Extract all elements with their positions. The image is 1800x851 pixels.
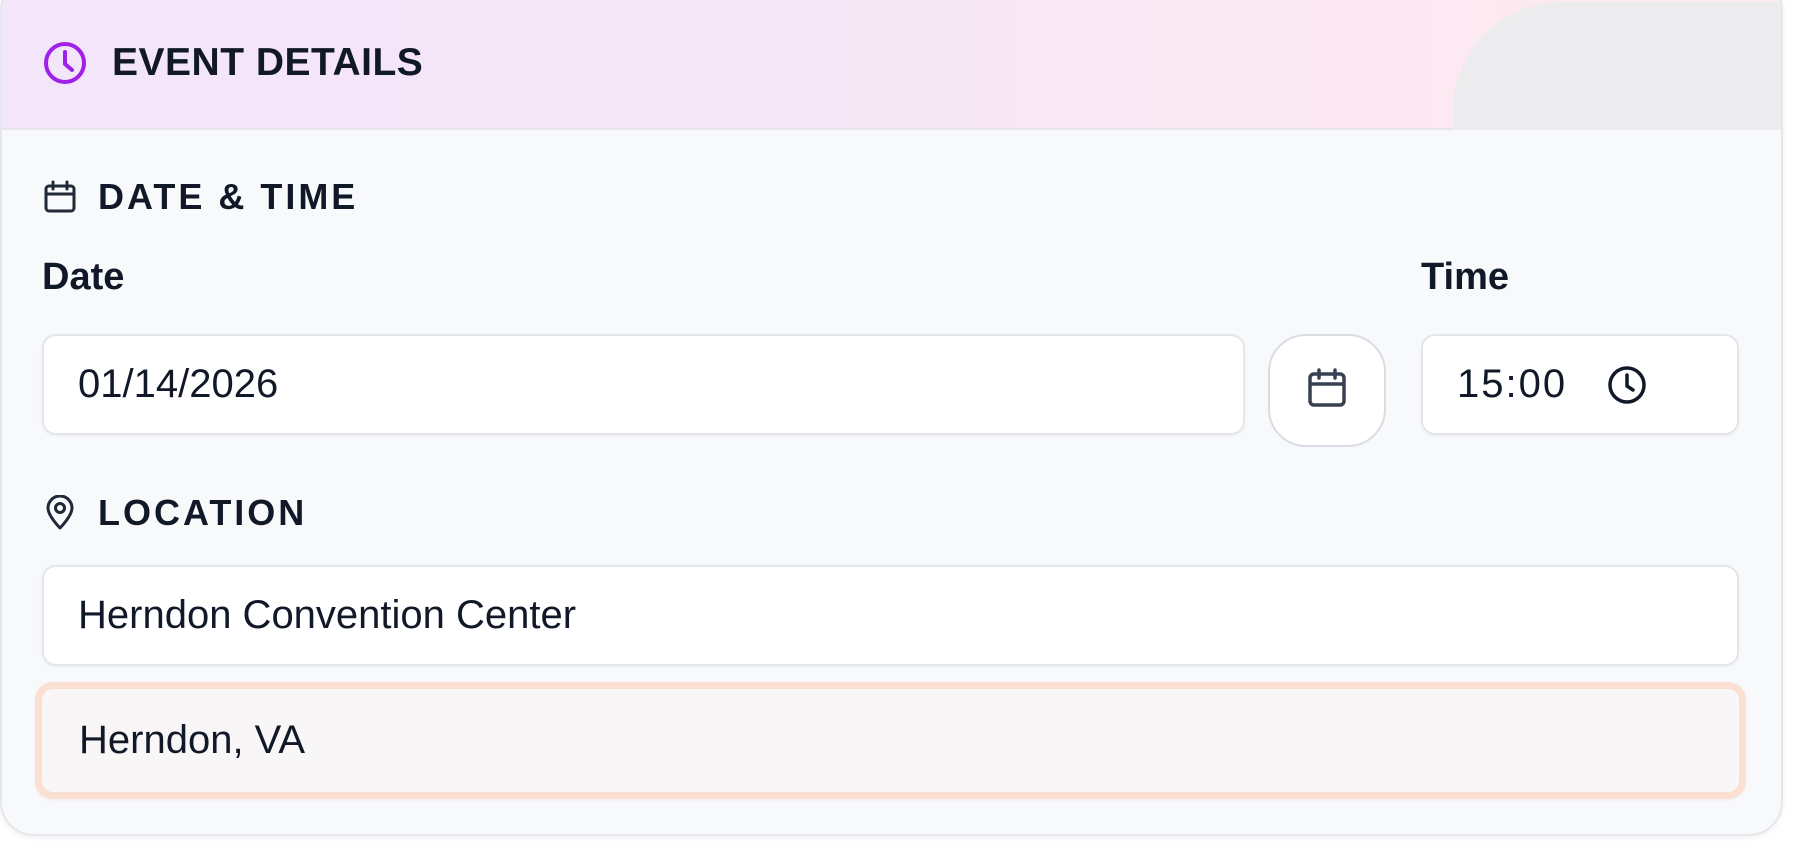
location-section-title: LOCATION — [98, 492, 308, 533]
time-label: Time — [1421, 256, 1510, 298]
city-input-value: Herndon, VA — [79, 718, 306, 762]
calendar-picker-button[interactable] — [1268, 334, 1386, 447]
calendar-icon — [1305, 366, 1349, 415]
clock-icon[interactable] — [1607, 365, 1647, 405]
header-corner-decoration — [1453, 2, 1781, 130]
venue-input-value: Herndon Convention Center — [78, 593, 577, 637]
time-input-value: 15:00 — [1457, 362, 1568, 406]
event-details-card: EVENT DETAILS DATE & TIME Date Time 01/1… — [0, 0, 1783, 836]
location-section-header: LOCATION — [42, 492, 307, 534]
map-pin-icon — [42, 494, 78, 531]
city-input[interactable]: Herndon, VA — [35, 682, 1746, 799]
date-label: Date — [42, 256, 125, 298]
date-time-section-title: DATE & TIME — [98, 176, 359, 217]
card-header: EVENT DETAILS — [2, 0, 1781, 130]
venue-input[interactable]: Herndon Convention Center — [42, 565, 1739, 666]
date-input[interactable]: 01/14/2026 — [42, 334, 1245, 435]
card-title: EVENT DETAILS — [112, 41, 424, 84]
calendar-icon — [42, 179, 78, 215]
time-input[interactable]: 15:00 — [1421, 334, 1739, 435]
date-time-section-header: DATE & TIME — [42, 176, 358, 218]
date-input-value: 01/14/2026 — [78, 362, 279, 406]
clock-icon — [42, 40, 88, 86]
